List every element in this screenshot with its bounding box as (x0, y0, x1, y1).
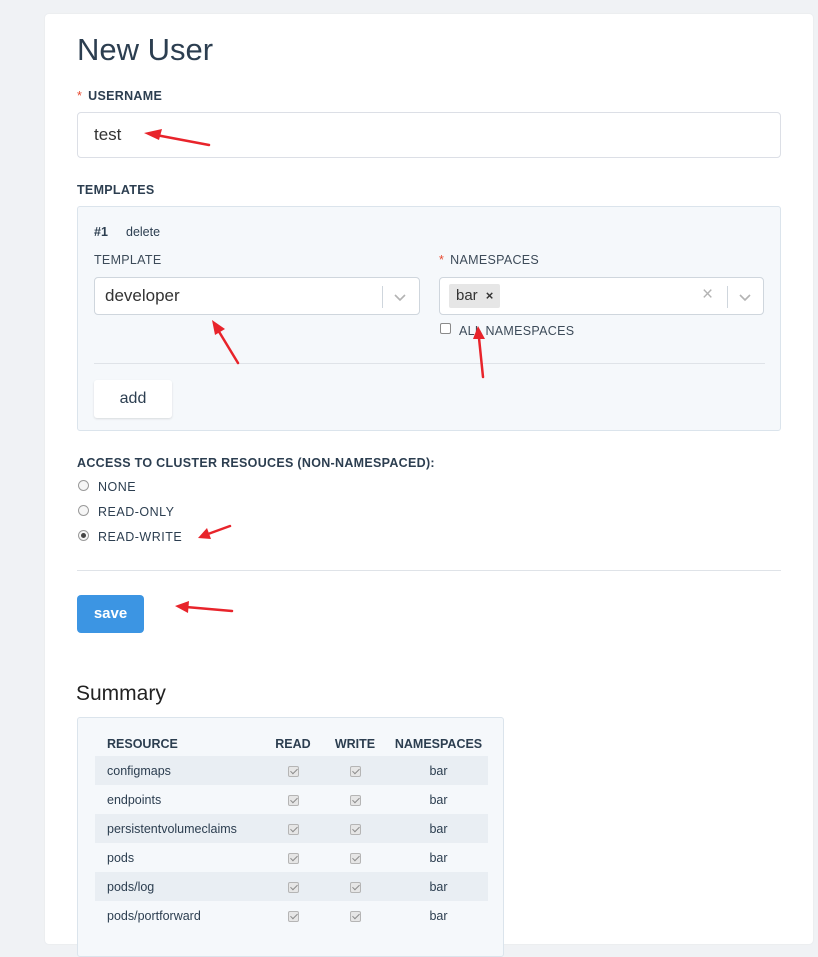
resource-cell: pods (107, 850, 135, 865)
read-checkbox (287, 881, 299, 893)
radio-button[interactable] (78, 480, 89, 491)
divider (94, 363, 765, 364)
write-checkbox (349, 823, 361, 835)
new-user-form-card: New User * USERNAME test TEMPLATES #1 del… (45, 14, 813, 957)
required-mark: * (77, 89, 83, 103)
summary-table: RESOURCE READ WRITE NAMESPACES configmap… (95, 732, 488, 930)
read-checkbox (287, 765, 299, 777)
write-checkbox (349, 765, 361, 777)
radio-none[interactable]: NONE (77, 480, 277, 500)
delete-template-link[interactable]: delete (126, 225, 160, 239)
namespaces-cell: bar (429, 792, 448, 807)
all-namespaces-checkbox[interactable] (440, 323, 451, 334)
chevron-down-icon[interactable] (736, 288, 754, 306)
chevron-down-icon[interactable] (391, 288, 409, 306)
radio-button-checked[interactable] (78, 530, 89, 541)
add-template-button[interactable]: add (94, 380, 172, 418)
templates-label: TEMPLATES (77, 183, 155, 197)
username-label: * USERNAME (77, 89, 163, 103)
read-checkbox (287, 852, 299, 864)
template-select-value: developer (105, 286, 180, 305)
table-row: pods/portforward bar (95, 901, 488, 930)
divider (77, 570, 781, 571)
summary-header-row: RESOURCE READ WRITE NAMESPACES (95, 732, 488, 756)
resource-cell: configmaps (95, 756, 265, 785)
namespaces-label: * NAMESPACES (439, 253, 540, 267)
username-input[interactable]: test (77, 112, 781, 158)
column-header-resource: RESOURCE (107, 737, 178, 751)
namespaces-cell: bar (429, 908, 448, 923)
column-header-namespaces: NAMESPACES (394, 737, 483, 751)
save-button[interactable]: save (77, 595, 144, 633)
radio-read-write[interactable]: READ-WRITE (77, 530, 277, 550)
access-label: ACCESS TO CLUSTER RESOUCES (NON-NAMESPAC… (77, 456, 435, 470)
templates-panel: #1 delete TEMPLATE developer * NAMESPACES… (77, 206, 781, 431)
template-index: #1 (94, 225, 108, 239)
select-separator (382, 286, 383, 308)
table-row: pods/log bar (95, 872, 488, 901)
table-row: configmaps bar (95, 756, 488, 785)
template-label: TEMPLATE (94, 253, 162, 267)
namespace-tag: bar × (449, 284, 501, 308)
table-row: endpoints bar (95, 785, 488, 814)
table-row: pods bar (95, 843, 488, 872)
write-checkbox (349, 881, 361, 893)
namespaces-cell: bar (429, 850, 448, 865)
write-checkbox (349, 794, 361, 806)
column-header-write: WRITE (334, 737, 376, 751)
page-title: New User (77, 32, 214, 67)
radio-button[interactable] (78, 505, 89, 516)
resource-cell: persistentvolumeclaims (95, 814, 265, 843)
clear-icon[interactable]: × (702, 284, 713, 306)
radio-read-only[interactable]: READ-ONLY (77, 505, 277, 525)
remove-tag-icon[interactable]: × (486, 288, 494, 303)
summary-panel: RESOURCE READ WRITE NAMESPACES configmap… (77, 717, 504, 957)
table-row: persistentvolumeclaims bar (95, 814, 488, 843)
resource-cell: pods/portforward (107, 908, 201, 923)
all-namespaces-label: ALL NAMESPACES (459, 324, 575, 338)
read-checkbox (287, 910, 299, 922)
column-header-read: READ (275, 737, 311, 751)
namespaces-cell: bar (389, 814, 488, 843)
write-checkbox (349, 852, 361, 864)
template-select[interactable]: developer (94, 277, 420, 315)
write-checkbox (349, 910, 361, 922)
resource-cell: pods/log (95, 872, 265, 901)
read-checkbox (287, 823, 299, 835)
select-separator (727, 286, 728, 308)
read-checkbox (287, 794, 299, 806)
namespaces-multiselect[interactable]: bar × × (439, 277, 764, 315)
resource-cell: endpoints (107, 792, 162, 807)
namespaces-cell: bar (389, 756, 488, 785)
summary-title: Summary (76, 682, 166, 705)
namespaces-cell: bar (389, 872, 488, 901)
